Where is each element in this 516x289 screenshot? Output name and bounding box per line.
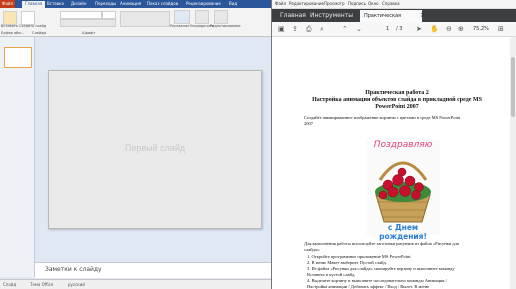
tab-document[interactable]: Практическая рабо... bbox=[360, 10, 422, 31]
ppt-ribbon-tabs: Файл Главная Вставка Дизайн Переходы Ани… bbox=[0, 0, 271, 8]
tab-home[interactable]: Главная bbox=[22, 1, 46, 8]
doc-paragraph: Для выполнения работы используйте загото… bbox=[304, 241, 459, 246]
slide-thumbnails-pane[interactable] bbox=[0, 37, 35, 277]
notes-pane[interactable]: Заметки к слайду bbox=[35, 262, 271, 278]
pdf-tab-bar: Главная Инструменты Практическая рабо...… bbox=[272, 9, 516, 31]
drawing-button[interactable]: Рисование bbox=[170, 24, 189, 28]
doc-heading-3: PowerPoint 2007 bbox=[375, 104, 419, 110]
new-slide-icon[interactable] bbox=[21, 11, 35, 25]
paste-button[interactable]: Вставить bbox=[1, 24, 18, 28]
zoom-out-icon[interactable]: ⊖ bbox=[446, 25, 452, 33]
tab-slideshow[interactable]: Показ слайдов bbox=[147, 1, 178, 7]
menu-view[interactable]: Просмотр bbox=[324, 1, 345, 6]
step-item: 3. Из файла «Рисунки для слайда» скопиру… bbox=[307, 266, 455, 271]
tab-design[interactable]: Дизайн bbox=[71, 1, 87, 7]
editing-icon[interactable] bbox=[214, 10, 228, 24]
basket-with-roses-image: Поздравляю с Днем рождения! bbox=[366, 140, 440, 241]
font-style-buttons[interactable] bbox=[60, 19, 116, 27]
tab-review[interactable]: Рецензирование bbox=[186, 1, 221, 7]
clipboard-group-label: Буфер обм... bbox=[1, 31, 25, 35]
status-theme: Тема Office bbox=[30, 282, 54, 287]
doc-intro: Создайте анимированное изображение корзи… bbox=[304, 115, 461, 120]
ppt-ribbon: Вставить Создать слайд Буфер обм... Слай… bbox=[0, 8, 271, 37]
drawing-icon[interactable] bbox=[174, 10, 190, 24]
save-icon[interactable]: ▣ bbox=[278, 25, 285, 33]
page-total: / 3 bbox=[396, 26, 403, 32]
tab-view[interactable]: Вид bbox=[229, 1, 237, 7]
tab-transitions[interactable]: Переходы bbox=[95, 1, 116, 7]
pdf-menu-bar: Файл Редактирование Просмотр Подпись Окн… bbox=[272, 0, 516, 9]
menu-help[interactable]: Справка bbox=[382, 1, 400, 6]
basket-drawing bbox=[375, 161, 431, 223]
pdf-toolbar: ▣ ⇪ ⎙ ⌕ ⌃ ⌄ 1 / 3 ➤ ✋ ⊖ ⊕ 75,2% ⊞ bbox=[272, 22, 516, 37]
upload-icon[interactable]: ⇪ bbox=[292, 25, 298, 33]
tab-tools[interactable]: Инструменты bbox=[310, 12, 353, 19]
more-tools-icon[interactable]: ⊞ bbox=[498, 25, 504, 33]
hand-icon[interactable]: ✋ bbox=[430, 25, 439, 33]
menu-file[interactable]: Файл bbox=[275, 1, 286, 6]
pdf-vertical-scrollbar[interactable] bbox=[510, 37, 516, 289]
notes-placeholder[interactable]: Заметки к слайду bbox=[45, 266, 102, 273]
page-number-input[interactable]: 1 bbox=[386, 25, 389, 33]
slide-thumbnail[interactable] bbox=[4, 47, 32, 68]
doc-paragraph-cont: слайда»: bbox=[304, 247, 321, 252]
menu-window[interactable]: Окно bbox=[368, 1, 379, 6]
pdf-viewer-window: Файл Редактирование Просмотр Подпись Окн… bbox=[272, 0, 516, 289]
print-icon[interactable]: ⎙ bbox=[306, 25, 312, 33]
menu-edit[interactable]: Редактирование bbox=[289, 1, 324, 6]
step-item: Вставить в пустой слайд. bbox=[307, 272, 356, 277]
step-item: 4. Выделите корзину и выполните последов… bbox=[307, 278, 447, 283]
font-name-select[interactable] bbox=[60, 11, 102, 19]
step-item: Настройка анимации / Добавить эффект / В… bbox=[307, 284, 430, 289]
font-size-select[interactable] bbox=[102, 11, 116, 19]
powerpoint-window: Файл Главная Вставка Дизайн Переходы Ани… bbox=[0, 0, 271, 289]
greeting-line-2: с Днем рождения! bbox=[379, 223, 427, 241]
tab-home[interactable]: Главная bbox=[280, 12, 306, 19]
pdf-page: Практическая работа 2 Настройка анимации… bbox=[281, 37, 513, 289]
prev-page-icon[interactable]: ⌃ bbox=[342, 25, 348, 33]
zoom-level[interactable]: 75,2% bbox=[473, 25, 489, 33]
tab-file[interactable]: Файл bbox=[0, 0, 16, 8]
new-slide-button[interactable]: Создать слайд bbox=[19, 24, 46, 28]
font-group-label: Шрифт bbox=[82, 31, 96, 35]
search-icon[interactable]: ⌕ bbox=[320, 25, 324, 33]
pointer-icon[interactable]: ➤ bbox=[416, 25, 422, 33]
doc-intro-cont: 2007 bbox=[304, 121, 313, 126]
doc-heading-1: Практическая работа 2 bbox=[365, 90, 429, 96]
step-item: 2. В меню Макет выберите Пустой слайд. bbox=[307, 260, 387, 265]
ppt-status-bar: Слайд Тема Office русский bbox=[0, 279, 271, 289]
scrollbar-thumb[interactable] bbox=[511, 57, 515, 117]
slides-group-label: Слайды bbox=[32, 31, 47, 35]
menu-sign[interactable]: Подпись bbox=[348, 1, 366, 6]
paragraph-buttons[interactable] bbox=[120, 11, 170, 27]
close-tab-icon[interactable]: × bbox=[420, 11, 426, 19]
pdf-document-area[interactable]: Практическая работа 2 Настройка анимации… bbox=[272, 37, 516, 289]
tab-insert[interactable]: Вставка bbox=[47, 1, 64, 7]
status-slide: Слайд bbox=[3, 282, 17, 287]
editing-button[interactable]: Редактирование bbox=[210, 24, 241, 28]
status-language: русский bbox=[68, 282, 85, 287]
arrange-icon[interactable] bbox=[195, 10, 209, 24]
slide-title-placeholder[interactable]: Первый слайд bbox=[49, 143, 261, 153]
step-item: 1. Откройте программное приложение MS Po… bbox=[307, 254, 412, 259]
paste-icon[interactable] bbox=[3, 11, 17, 25]
current-slide[interactable]: Первый слайд bbox=[48, 70, 262, 229]
zoom-in-icon[interactable]: ⊕ bbox=[458, 25, 464, 33]
doc-heading-2: Настройка анимации объектов слайда в при… bbox=[312, 97, 482, 103]
next-page-icon[interactable]: ⌄ bbox=[356, 25, 362, 33]
tab-animation[interactable]: Анимация bbox=[120, 1, 141, 7]
